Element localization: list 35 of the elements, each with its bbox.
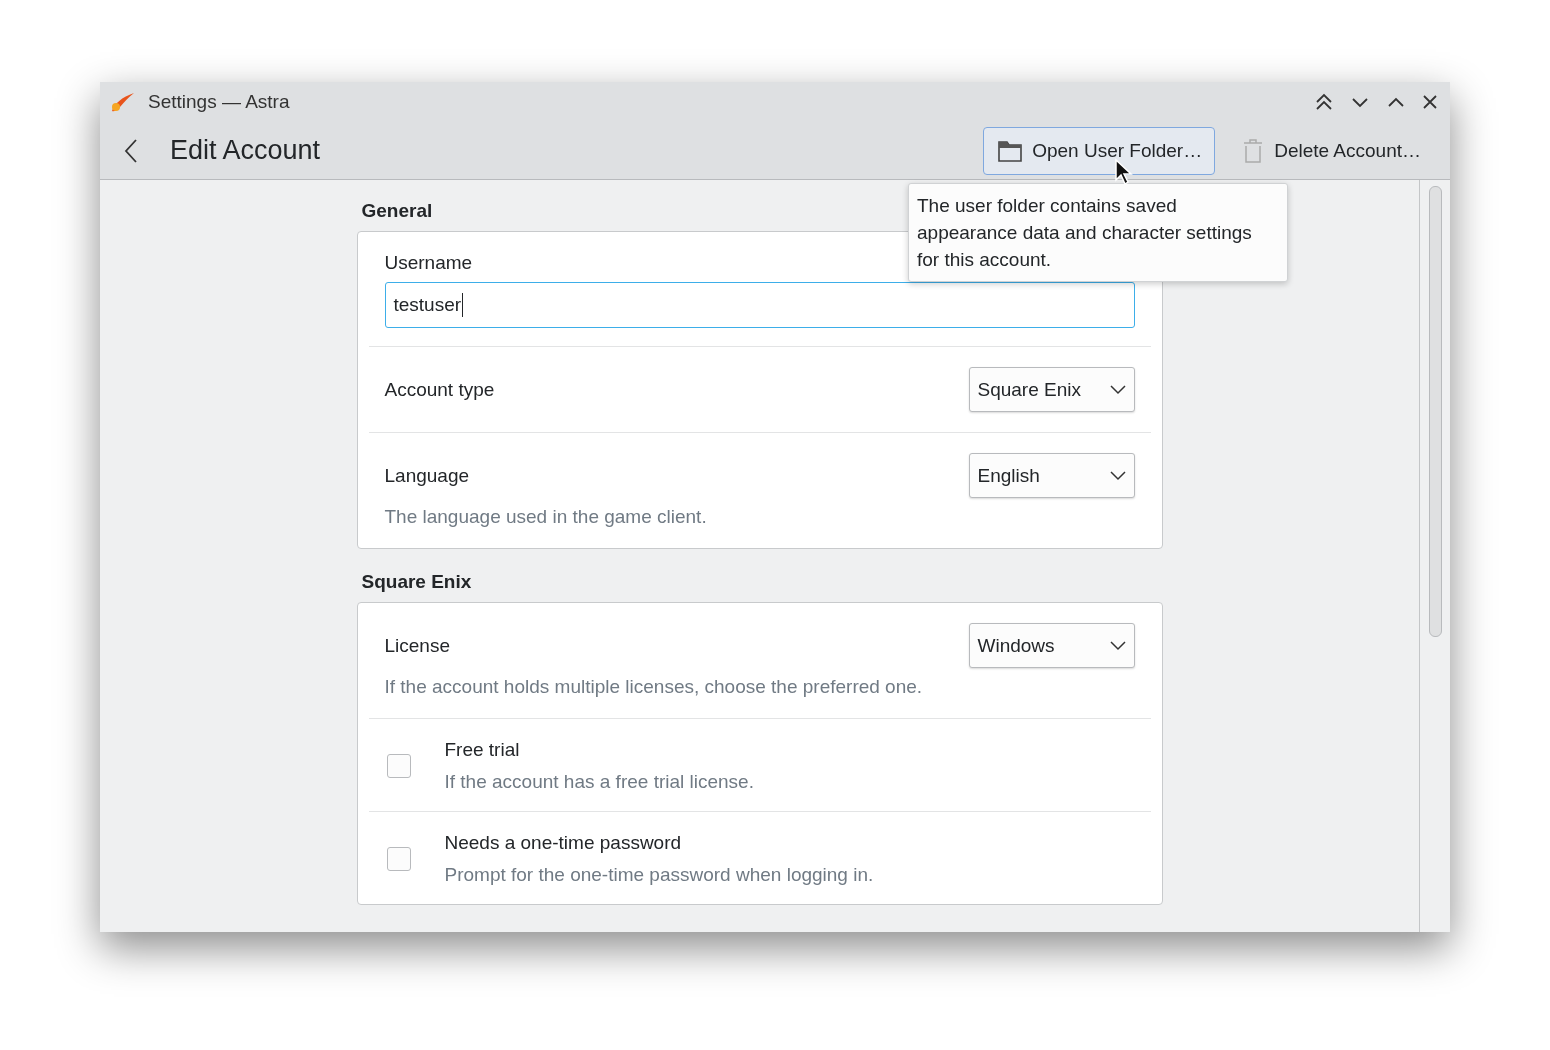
minimize-icon[interactable] xyxy=(1350,96,1370,108)
page-title: Edit Account xyxy=(170,135,321,166)
mouse-pointer-icon xyxy=(1114,158,1134,186)
checkbox-description: Prompt for the one-time password when logging in. xyxy=(444,864,874,886)
folder-icon xyxy=(998,139,1023,162)
checkbox[interactable] xyxy=(386,754,411,778)
section-heading: Square Enix xyxy=(361,571,472,593)
chevron-down-icon xyxy=(1109,640,1126,651)
trash-icon xyxy=(1242,137,1265,164)
open-folder-button[interactable]: Open User Folder… xyxy=(983,126,1216,175)
dropdown[interactable]: English xyxy=(968,453,1135,498)
chevron-down-icon xyxy=(1109,384,1126,395)
username-field[interactable]: testuser xyxy=(384,282,1135,328)
dropdown[interactable]: Windows xyxy=(968,623,1135,668)
field-label: License xyxy=(384,634,450,657)
field-description: If the account holds multiple licenses, choose the preferred one. xyxy=(384,676,924,698)
keep-above-icon[interactable] xyxy=(1314,93,1334,111)
checkbox-label: Needs a one-time password xyxy=(444,832,682,854)
field-label: Language xyxy=(384,464,470,487)
dropdown[interactable]: Square Enix xyxy=(968,367,1135,412)
maximize-icon[interactable] xyxy=(1386,96,1406,108)
field-label: Account type xyxy=(384,378,495,401)
section-heading: General xyxy=(361,200,433,222)
scrollbar-thumb[interactable] xyxy=(1429,186,1442,637)
field-description: The language used in the game client. xyxy=(384,506,708,528)
close-icon[interactable] xyxy=(1422,94,1438,110)
tooltip: The user folder contains saved appearance data and character settings for this account. xyxy=(908,183,1288,282)
checkbox-label: Free trial xyxy=(444,739,520,761)
delete-button[interactable]: Delete Account… xyxy=(1227,126,1434,175)
field-label: Username xyxy=(384,252,473,274)
back-icon[interactable] xyxy=(124,137,138,164)
chevron-down-icon xyxy=(1109,470,1126,481)
checkbox[interactable] xyxy=(386,847,411,871)
window-title: Settings — Astra xyxy=(148,91,290,113)
checkbox-description: If the account has a free trial license. xyxy=(444,771,754,793)
